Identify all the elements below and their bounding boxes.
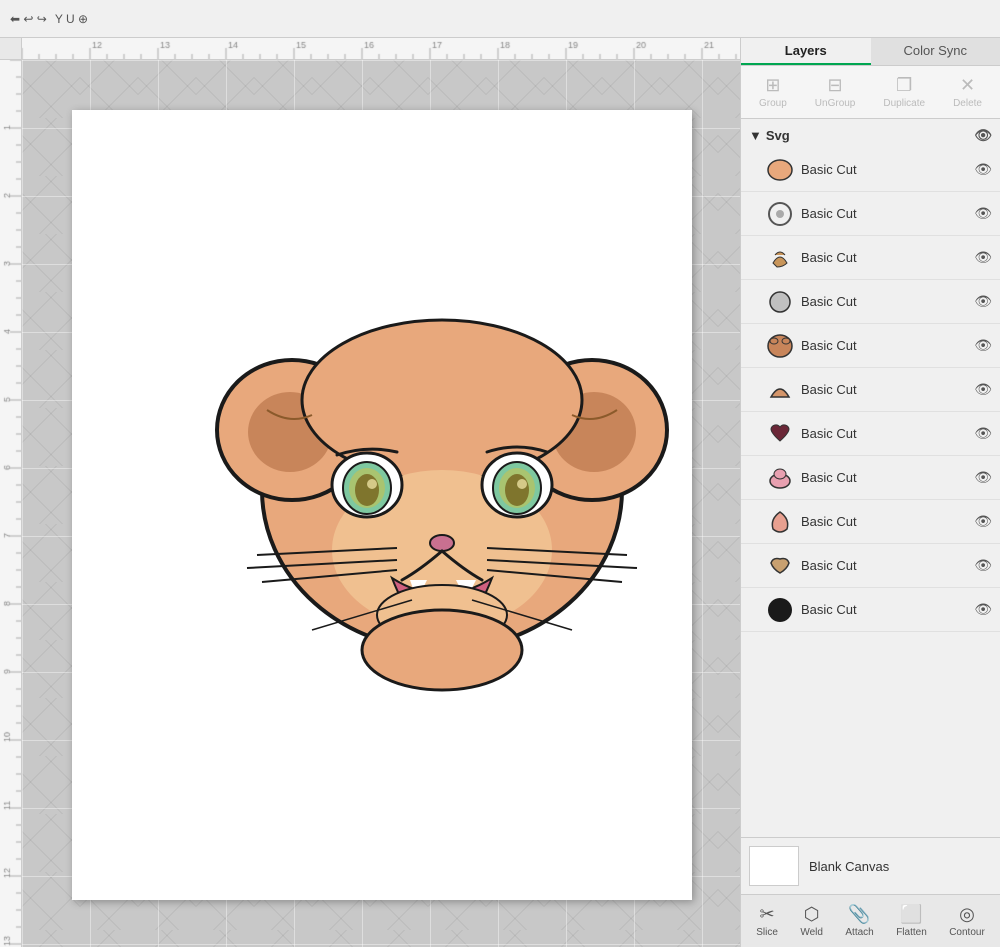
slice-label: Slice: [756, 927, 778, 938]
horizontal-ruler: [0, 38, 740, 60]
layer-row[interactable]: Basic Cut 👁: [741, 544, 1000, 588]
contour-label: Contour: [949, 927, 985, 938]
layer-row[interactable]: Basic Cut 👁: [741, 368, 1000, 412]
layer-thumbnail: [765, 155, 795, 185]
panel-toolbar: ⊞ Group ⊟ UnGroup ❐ Duplicate ✕ Delete: [741, 66, 1000, 119]
canvas-area[interactable]: [22, 60, 740, 947]
left-side: [0, 38, 740, 947]
layer-visibility-toggle[interactable]: 👁: [974, 513, 992, 530]
zoom-controls: Y U ⊕: [55, 12, 88, 26]
layer-visibility-toggle[interactable]: 👁: [974, 601, 992, 618]
layer-thumbnail: [765, 331, 795, 361]
layer-name: Basic Cut: [801, 338, 968, 353]
contour-icon: ◎: [959, 904, 975, 925]
group-button[interactable]: ⊞ Group: [753, 72, 793, 112]
layers-container: Basic Cut 👁 Basic Cut 👁 Basic Cut 👁 Basic Cut 👁…: [741, 148, 1000, 632]
svg-eye-icon[interactable]: 👁: [974, 127, 992, 144]
layer-name: Basic Cut: [801, 558, 968, 573]
ruler-corner: [0, 38, 22, 60]
layer-row[interactable]: Basic Cut 👁: [741, 148, 1000, 192]
layer-row[interactable]: Basic Cut 👁: [741, 500, 1000, 544]
weld-label: Weld: [800, 927, 823, 938]
bottom-action-toolbar: ✂ Slice ⬡ Weld 📎 Attach ⬜ Flatten ◎ Cont…: [741, 894, 1000, 947]
layer-row[interactable]: Basic Cut 👁: [741, 456, 1000, 500]
layer-thumbnail: [765, 595, 795, 625]
group-label: Group: [759, 98, 787, 109]
layer-name: Basic Cut: [801, 162, 968, 177]
tab-color-sync[interactable]: Color Sync: [871, 38, 1000, 65]
lion-illustration: [172, 270, 712, 700]
weld-button[interactable]: ⬡ Weld: [794, 901, 829, 941]
layer-thumbnail: [765, 243, 795, 273]
layer-visibility-toggle[interactable]: 👁: [974, 337, 992, 354]
layer-visibility-toggle[interactable]: 👁: [974, 425, 992, 442]
layer-visibility-toggle[interactable]: 👁: [974, 205, 992, 222]
attach-button[interactable]: 📎 Attach: [839, 901, 879, 941]
layer-visibility-toggle[interactable]: 👁: [974, 161, 992, 178]
layer-thumbnail: [765, 287, 795, 317]
vertical-ruler: [0, 60, 22, 947]
duplicate-icon: ❐: [896, 75, 912, 96]
svg-label: Svg: [766, 128, 790, 143]
top-toolbar: ⬅ ↩ ↪ Y U ⊕: [0, 0, 1000, 38]
flatten-button[interactable]: ⬜ Flatten: [890, 901, 933, 941]
layer-visibility-toggle[interactable]: 👁: [974, 381, 992, 398]
toolbar-controls: ⬅ ↩ ↪: [10, 12, 47, 26]
layer-name: Basic Cut: [801, 250, 968, 265]
flatten-label: Flatten: [896, 927, 927, 938]
layer-name: Basic Cut: [801, 426, 968, 441]
main-layout: Layers Color Sync ⊞ Group ⊟ UnGroup ❐ Du…: [0, 38, 1000, 947]
layer-name: Basic Cut: [801, 206, 968, 221]
layer-visibility-toggle[interactable]: 👁: [974, 557, 992, 574]
attach-icon: 📎: [848, 904, 870, 925]
layer-name: Basic Cut: [801, 602, 968, 617]
layer-name: Basic Cut: [801, 514, 968, 529]
layer-row[interactable]: Basic Cut 👁: [741, 412, 1000, 456]
slice-button[interactable]: ✂ Slice: [750, 901, 784, 941]
blank-canvas-label: Blank Canvas: [809, 859, 889, 874]
delete-button[interactable]: ✕ Delete: [947, 72, 988, 112]
tab-layers[interactable]: Layers: [741, 38, 871, 65]
layer-thumbnail: [765, 375, 795, 405]
layer-thumbnail: [765, 199, 795, 229]
duplicate-label: Duplicate: [883, 98, 925, 109]
layer-row[interactable]: Basic Cut 👁: [741, 236, 1000, 280]
panel-tabs: Layers Color Sync: [741, 38, 1000, 66]
ungroup-icon: ⊟: [828, 75, 843, 96]
flatten-icon: ⬜: [900, 904, 922, 925]
attach-label: Attach: [845, 927, 873, 938]
ungroup-button[interactable]: ⊟ UnGroup: [809, 72, 862, 112]
layer-row[interactable]: Basic Cut 👁: [741, 324, 1000, 368]
blank-canvas-row: Blank Canvas: [741, 837, 1000, 894]
right-panel: Layers Color Sync ⊞ Group ⊟ UnGroup ❐ Du…: [740, 38, 1000, 947]
layer-thumbnail: [765, 507, 795, 537]
svg-group-row[interactable]: ▼ Svg 👁: [741, 123, 1000, 148]
layer-row[interactable]: Basic Cut 👁: [741, 192, 1000, 236]
layer-name: Basic Cut: [801, 470, 968, 485]
white-canvas: [72, 110, 692, 900]
blank-canvas-thumb: [749, 846, 799, 886]
layer-visibility-toggle[interactable]: 👁: [974, 469, 992, 486]
duplicate-button[interactable]: ❐ Duplicate: [877, 72, 931, 112]
delete-icon: ✕: [960, 75, 975, 96]
canvas-with-ruler: [0, 60, 740, 947]
layer-thumbnail: [765, 419, 795, 449]
layer-row[interactable]: Basic Cut 👁: [741, 588, 1000, 632]
delete-label: Delete: [953, 98, 982, 109]
layer-name: Basic Cut: [801, 294, 968, 309]
layer-row[interactable]: Basic Cut 👁: [741, 280, 1000, 324]
ruler-horizontal: [22, 38, 740, 60]
layer-name: Basic Cut: [801, 382, 968, 397]
layer-visibility-toggle[interactable]: 👁: [974, 249, 992, 266]
slice-icon: ✂: [760, 904, 775, 925]
layer-thumbnail: [765, 551, 795, 581]
layer-thumbnail: [765, 463, 795, 493]
layers-list: ▼ Svg 👁 Basic Cut👁Basic Cut👁Basic Cut👁Ba…: [741, 119, 1000, 837]
layer-visibility-toggle[interactable]: 👁: [974, 293, 992, 310]
svg-arrow: ▼: [749, 128, 762, 143]
ungroup-label: UnGroup: [815, 98, 856, 109]
contour-button[interactable]: ◎ Contour: [943, 901, 991, 941]
weld-icon: ⬡: [804, 904, 820, 925]
group-icon: ⊞: [765, 75, 780, 96]
